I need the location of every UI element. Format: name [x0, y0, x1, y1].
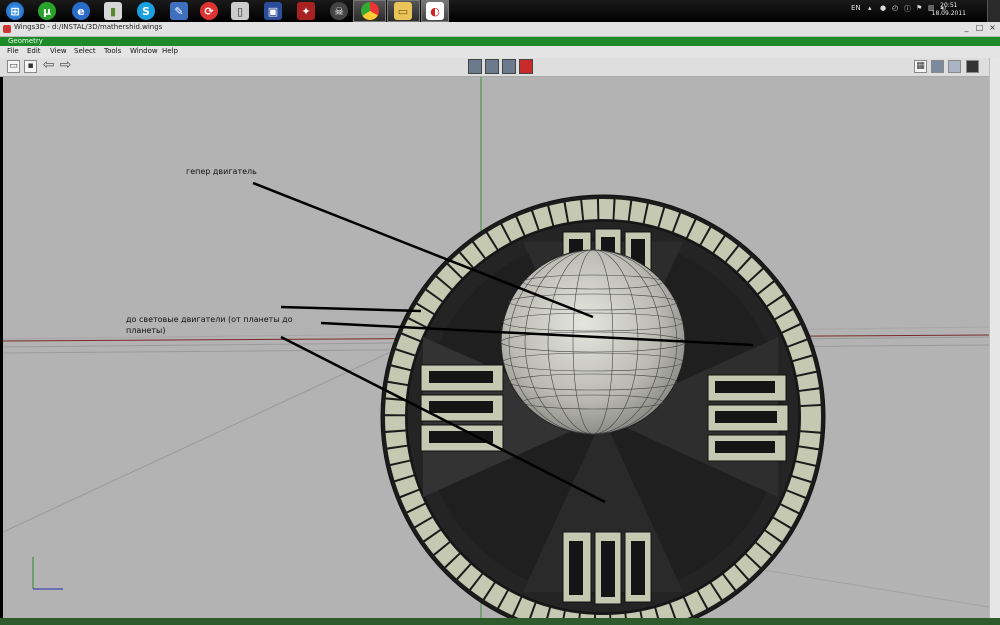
- sublight-label-line1: до световые двигатели (от планеты до: [126, 315, 293, 324]
- window-titlebar[interactable]: Wings3D - d:/INSTAL/3D/mathershid.wings …: [0, 22, 1000, 37]
- menu-tools[interactable]: Tools: [104, 47, 121, 55]
- taskbar: ⊞ µ e ▮ S ✎ ⟳ ▯ ▣ ✦ ☠ ▭ ◐ EN ▴ ● ◴ ⓘ ⚑ ▥…: [0, 0, 1000, 22]
- open-file-icon[interactable]: ▭: [7, 60, 20, 73]
- game-icon[interactable]: ✦: [297, 2, 315, 20]
- media-icon[interactable]: ⟳: [200, 2, 218, 20]
- phone-icon[interactable]: ▮: [104, 2, 122, 20]
- browser-icon[interactable]: e: [72, 2, 90, 20]
- shaded-cube-icon[interactable]: [931, 60, 944, 73]
- wings3d-icon: ◐: [426, 2, 444, 20]
- close-button[interactable]: ×: [988, 23, 997, 33]
- geometry-title: Geometry: [8, 37, 43, 45]
- face-mode-icon[interactable]: [502, 59, 516, 74]
- tray-app-icon[interactable]: ●: [880, 4, 886, 12]
- menu-select[interactable]: Select: [74, 47, 96, 55]
- system-clock[interactable]: 20:51 18.09.2011: [932, 2, 966, 18]
- viewport-scene[interactable]: [3, 77, 989, 618]
- body-mode-icon[interactable]: [519, 59, 533, 74]
- redo-arrow-icon[interactable]: ⇨: [59, 58, 72, 73]
- tray-flag-icon[interactable]: ⚑: [916, 4, 922, 12]
- clock-time: 20:51: [940, 2, 958, 9]
- engine-right: [707, 374, 789, 462]
- chrome-icon: [361, 2, 379, 20]
- edit-tool-icon[interactable]: ✎: [170, 2, 188, 20]
- grid-line: [3, 336, 424, 533]
- skull-icon[interactable]: ☠: [330, 2, 348, 20]
- utorrent-icon[interactable]: µ: [38, 2, 56, 20]
- window-title: Wings3D - d:/INSTAL/3D/mathershid.wings: [14, 23, 163, 31]
- viewport-scrollbar[interactable]: [989, 58, 1000, 623]
- clock-date: 18.09.2011: [931, 10, 966, 17]
- sublight-label-line2: планеты): [126, 326, 166, 335]
- menu-view[interactable]: View: [50, 47, 67, 55]
- maximize-button[interactable]: □: [975, 23, 984, 33]
- hyperdrive-sphere: [500, 249, 686, 435]
- tray-expand-icon[interactable]: ▴: [868, 4, 872, 12]
- save-file-icon[interactable]: ▪: [24, 60, 37, 73]
- hyperdrive-label: гепер двигатель: [186, 167, 257, 176]
- menu-edit[interactable]: Edit: [27, 47, 41, 55]
- skype-icon[interactable]: S: [137, 2, 155, 20]
- toolbar: ▭ ▪ ⇦ ⇨ ▦: [0, 58, 1000, 77]
- 3d-viewport[interactable]: гепер двигатель до световые двигатели (о…: [3, 77, 989, 618]
- status-bar: [0, 618, 1000, 625]
- edge-mode-icon[interactable]: [485, 59, 499, 74]
- menu-help[interactable]: Help: [162, 47, 178, 55]
- save-disk-icon[interactable]: ▣: [264, 2, 282, 20]
- wire-cube-icon[interactable]: [948, 60, 961, 73]
- engine-left: [420, 364, 504, 452]
- sublight-leader-line-1: [280, 305, 422, 313]
- show-desktop-button[interactable]: [987, 0, 1000, 22]
- menu-window[interactable]: Window: [130, 47, 158, 55]
- device-icon[interactable]: ▯: [231, 2, 249, 20]
- minimize-button[interactable]: _: [962, 23, 971, 33]
- start-orb-icon[interactable]: ⊞: [6, 2, 24, 20]
- menu-file[interactable]: File: [7, 47, 19, 55]
- wings3d-app-icon: [3, 25, 11, 33]
- language-indicator[interactable]: EN: [851, 4, 861, 12]
- grid-view-icon[interactable]: ▦: [914, 60, 927, 73]
- folder-icon: ▭: [394, 2, 412, 20]
- dark-view-icon[interactable]: [966, 60, 979, 73]
- tray-clock-icon[interactable]: ◴: [892, 4, 898, 12]
- geometry-window-header[interactable]: Geometry: [0, 37, 1000, 46]
- vertex-mode-icon[interactable]: [468, 59, 482, 74]
- engine-bottom: [562, 531, 652, 605]
- undo-arrow-icon[interactable]: ⇦: [42, 58, 55, 73]
- tray-info-icon[interactable]: ⓘ: [904, 4, 911, 14]
- menu-bar: File Edit View Select Tools Window Help: [0, 46, 1000, 58]
